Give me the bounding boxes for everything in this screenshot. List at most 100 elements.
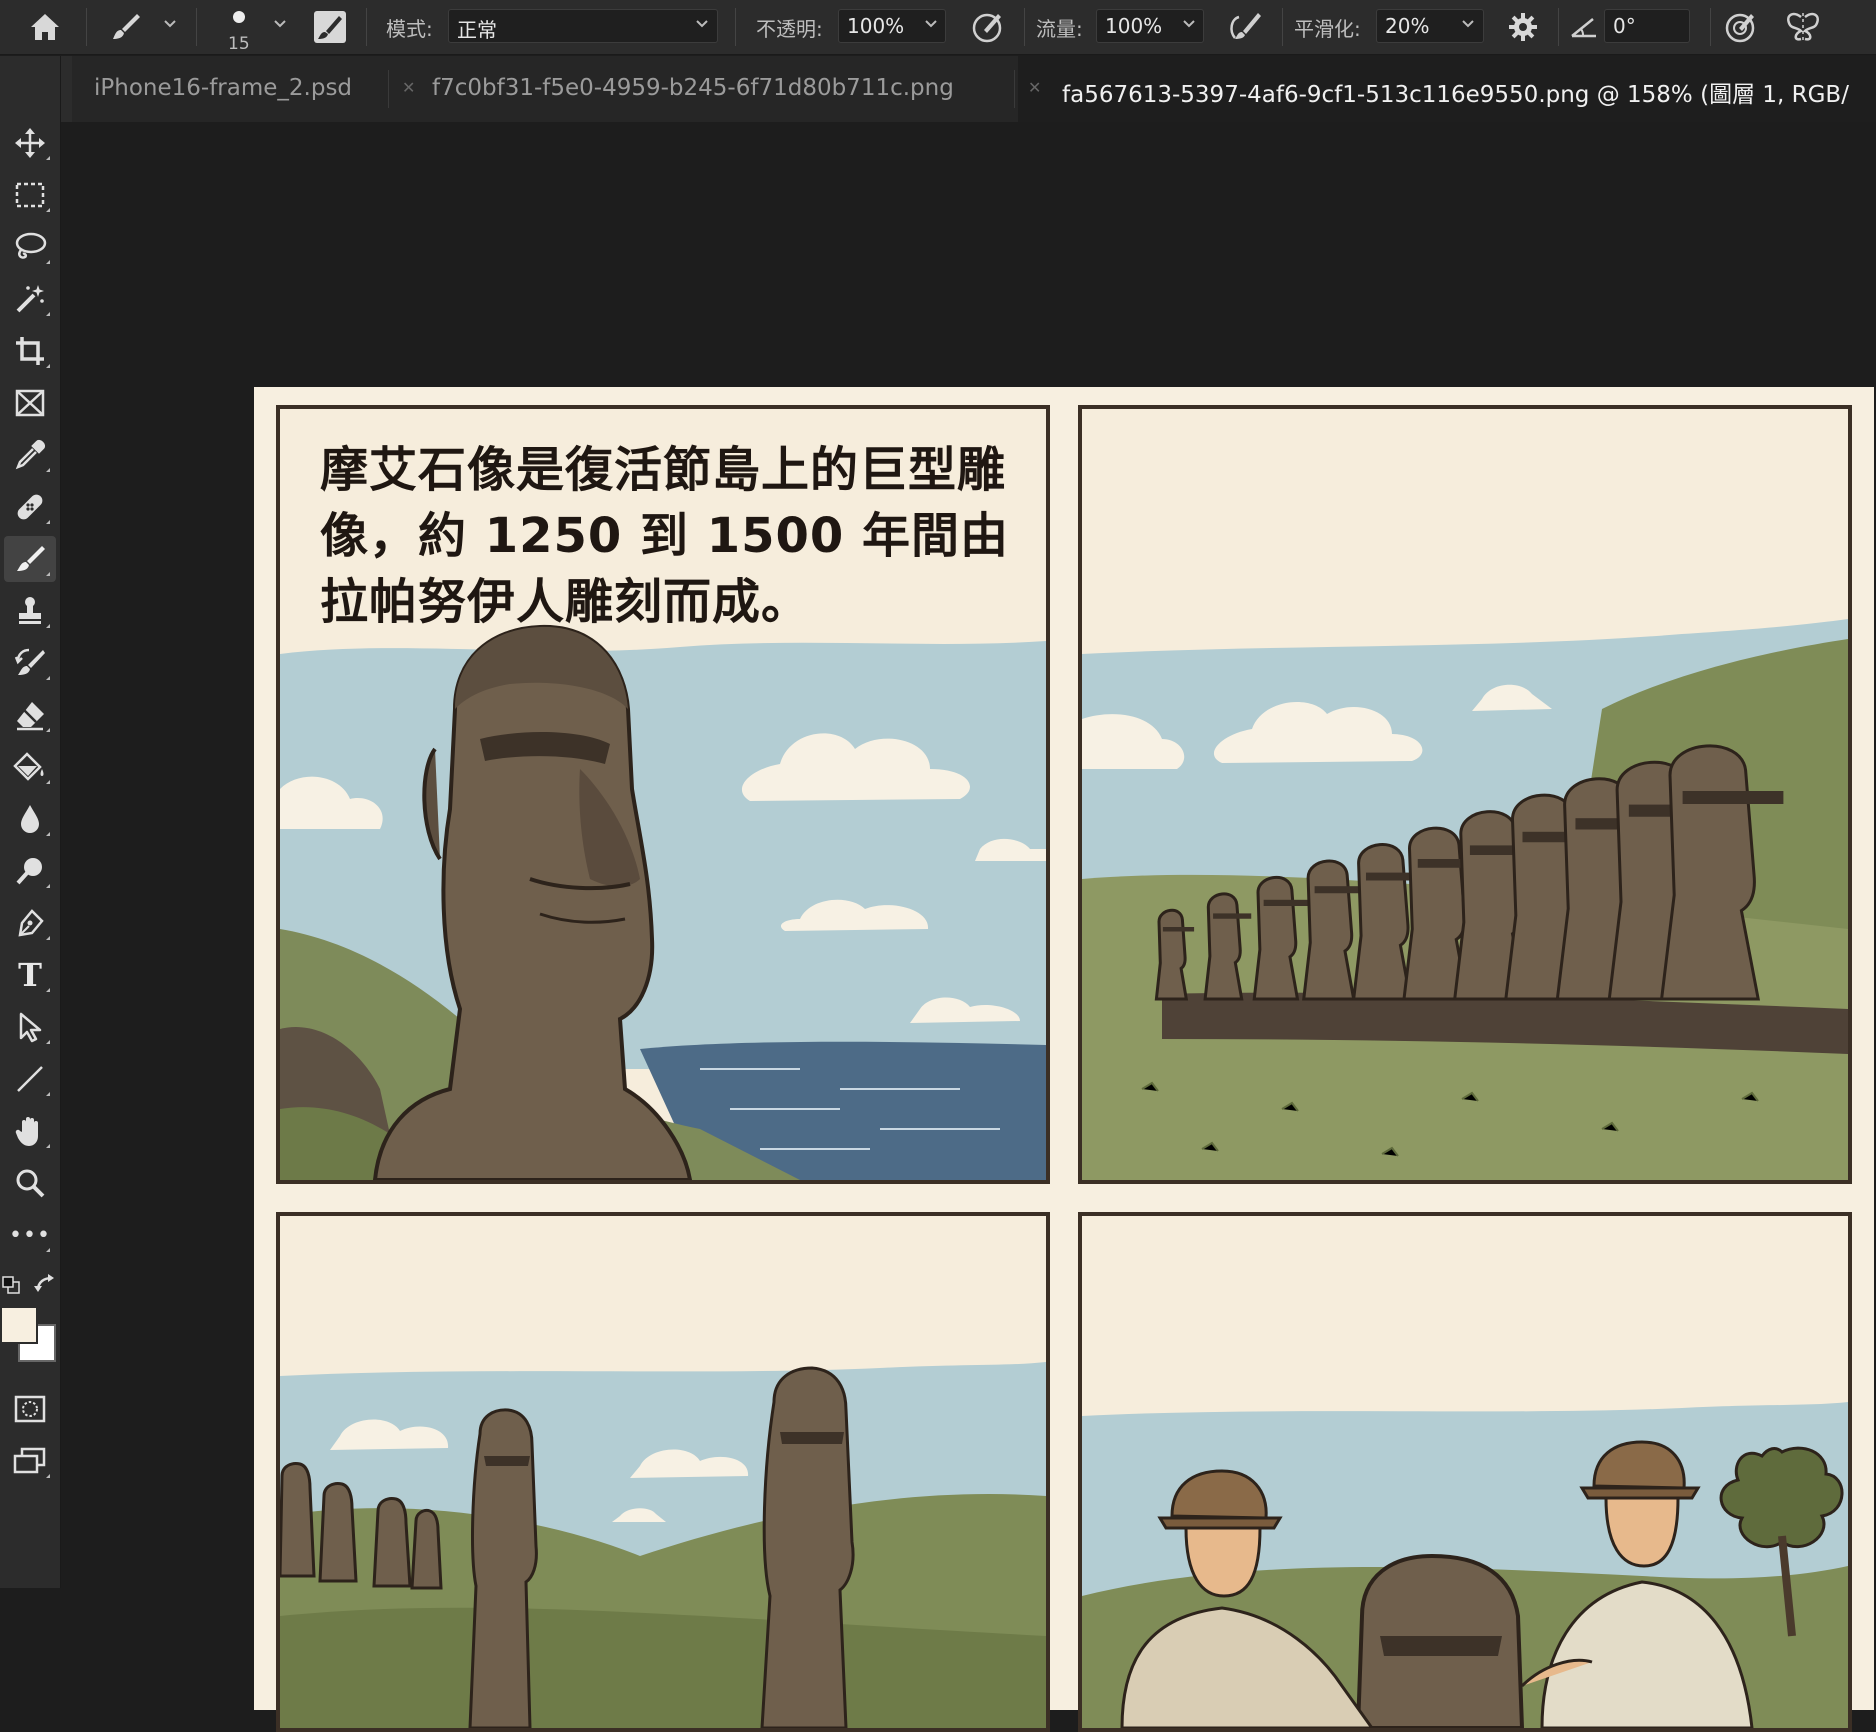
submenu-indicator [46,520,50,524]
close-icon[interactable]: ✕ [1028,78,1041,97]
submenu-indicator [46,1040,50,1044]
moai-statue [1351,843,1413,1001]
opacity-label: 不透明: [756,17,823,41]
mode-select[interactable]: 正常 [448,9,718,43]
chevron-down-icon[interactable] [923,16,939,36]
home-icon[interactable] [22,8,68,46]
move-icon[interactable] [4,120,56,166]
submenu-indicator [46,884,50,888]
chevron-down-icon[interactable] [162,16,178,36]
separator [86,8,87,46]
pressure-opacity-icon[interactable] [966,8,1010,46]
moai-statue [1203,892,1244,1001]
paint-bucket-icon[interactable] [4,744,56,790]
quick-mask-icon[interactable] [4,1386,56,1432]
chevron-down-icon[interactable] [1460,16,1476,36]
more-glyph: ••• [9,1222,51,1248]
separator [1014,70,1015,108]
separator [388,70,389,108]
frame-icon[interactable] [4,380,56,426]
submenu-indicator [46,312,50,316]
moai-statue [1154,908,1189,1001]
comic-panel-2 [1078,405,1852,1184]
submenu-indicator [46,728,50,732]
separator [735,8,736,46]
tab-label: fa567613-5397-4af6-9cf1-513c116e9550.png… [1062,82,1849,108]
healing-brush-icon[interactable] [4,484,56,530]
symmetry-icon[interactable] [1780,8,1826,48]
moai-statue [1302,859,1356,1001]
type-icon[interactable]: T [4,952,56,998]
submenu-indicator [46,780,50,784]
lasso-icon[interactable] [4,224,56,270]
submenu-indicator [46,468,50,472]
canvas-workspace[interactable]: 摩艾石像是復活節島上的巨型雕像，約 1250 到 1500 年間由拉帕努伊人雕刻… [61,122,1876,1732]
brush-settings-icon[interactable] [312,10,348,44]
line-icon[interactable] [4,1056,56,1102]
separator [1710,8,1711,46]
eraser-icon[interactable] [4,692,56,738]
path-select-icon[interactable] [4,1004,56,1050]
hand-icon[interactable] [4,1108,56,1154]
comic-panel-3 [276,1212,1050,1732]
mode-label: 模式: [386,17,433,41]
tab-iphone16-frame[interactable]: iPhone16-frame_2.psd [94,56,450,122]
marquee-icon[interactable] [4,172,56,218]
comic-caption: 摩艾石像是復活節島上的巨型雕像，約 1250 到 1500 年間由拉帕努伊人雕刻… [320,442,1010,630]
magic-wand-icon[interactable] [4,276,56,322]
stamp-icon[interactable] [4,588,56,634]
swap-colors-icon[interactable] [34,1274,58,1296]
submenu-indicator [46,364,50,368]
separator [366,8,367,46]
submenu-indicator [46,624,50,628]
angle-icon [1566,10,1602,44]
screen-mode-icon[interactable] [4,1438,56,1484]
chevron-down-icon[interactable] [694,16,710,36]
brush-icon[interactable] [4,536,56,582]
crop-icon[interactable] [4,328,56,374]
more-icon[interactable]: ••• [4,1212,56,1258]
moai-statue [1252,875,1300,1001]
zoom-icon[interactable] [4,1160,56,1206]
blur-icon[interactable] [4,796,56,842]
submenu-indicator [46,156,50,160]
submenu-indicator [46,1248,50,1252]
chevron-down-icon[interactable] [1181,16,1197,36]
separator [1282,8,1283,46]
comic-panel-4 [1078,1212,1852,1732]
tab-f7c0bf31[interactable]: f7c0bf31-f5e0-4959-b245-6f71d80b711c.png [432,56,1082,122]
history-brush-icon[interactable] [4,640,56,686]
document-canvas[interactable]: 摩艾石像是復活節島上的巨型雕像，約 1250 到 1500 年間由拉帕努伊人雕刻… [254,387,1874,1732]
brush-size: 15 [228,34,250,54]
submenu-indicator [46,988,50,992]
separator [196,8,197,46]
submenu-indicator [46,208,50,212]
foreground-color-swatch[interactable] [0,1306,38,1344]
submenu-indicator [46,936,50,940]
close-icon[interactable]: ✕ [402,78,415,97]
tab-fa567613[interactable]: ✕ fa567613-5397-4af6-9cf1-513c116e9550.p… [1018,56,1876,122]
submenu-indicator [46,260,50,264]
gear-icon[interactable] [1502,8,1544,46]
panel-3-art [280,1216,1046,1728]
airbrush-icon[interactable] [1222,8,1268,46]
pen-icon[interactable] [4,900,56,946]
submenu-indicator [46,1092,50,1096]
pressure-size-icon[interactable] [1718,8,1764,46]
angle-field[interactable]: 0° [1604,9,1690,43]
smoothing-label: 平滑化: [1294,17,1361,41]
moai-brow [1213,913,1252,919]
tab-label: f7c0bf31-f5e0-4959-b245-6f71d80b711c.png [432,75,954,101]
default-colors-icon[interactable] [2,1276,20,1294]
brush-preset-icon[interactable] [106,9,146,45]
moai-brow [1263,899,1309,906]
dodge-icon[interactable] [4,848,56,894]
tools-panel: T ••• [0,56,61,1588]
eyedropper-icon[interactable] [4,432,56,478]
moai-statue [1659,744,1761,1001]
options-bar: 15 模式: 正常 不透明: 100% 流量: 100% 平滑化: 20% 0° [0,0,1876,55]
brush-tip-icon[interactable] [228,8,250,26]
chevron-down-icon[interactable] [272,16,288,36]
type-glyph: T [18,956,42,994]
moai-brow [1162,927,1195,932]
